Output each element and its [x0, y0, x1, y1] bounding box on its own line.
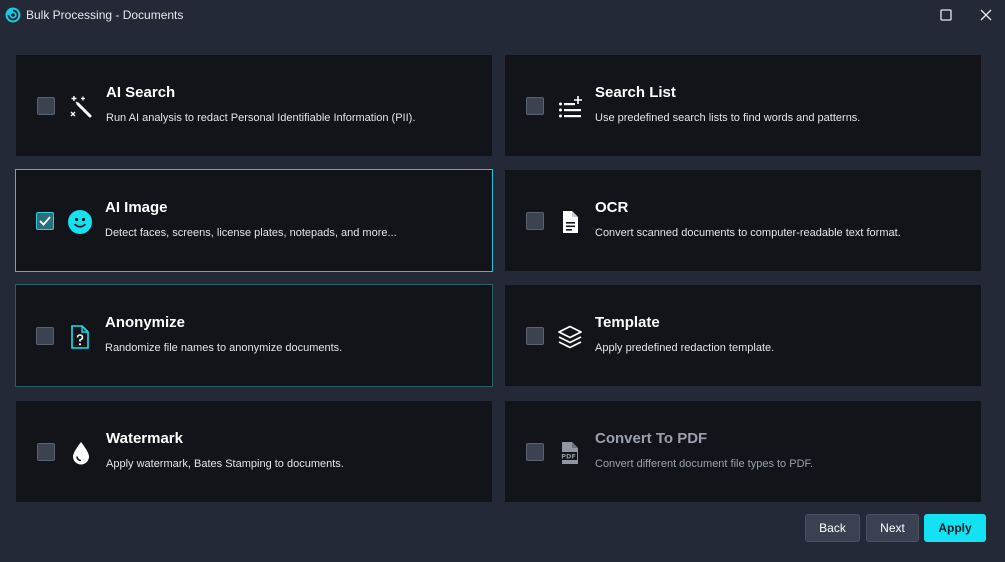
- search-list-title: Search List: [595, 84, 676, 101]
- watermark-description: Apply watermark, Bates Stamping to docum…: [106, 458, 344, 470]
- apply-button[interactable]: Apply: [924, 514, 986, 542]
- option-card-convert-to-pdf: PDF Convert To PDF Convert different doc…: [505, 401, 981, 502]
- anonymize-title: Anonymize: [105, 314, 186, 331]
- ai-search-title: AI Search: [106, 84, 176, 101]
- ocr-description: Convert scanned documents to computer-re…: [595, 227, 901, 239]
- ai-search-checkbox[interactable]: [37, 97, 55, 115]
- list-sparkle-icon: [558, 95, 582, 119]
- option-card-search-list[interactable]: Search List Use predefined search lists …: [505, 55, 981, 156]
- anonymize-checkbox[interactable]: [36, 327, 54, 345]
- checkmark-icon: [39, 216, 51, 226]
- option-card-ai-search[interactable]: AI Search Run AI analysis to redact Pers…: [16, 55, 492, 156]
- app-logo-icon: [5, 7, 21, 23]
- convert-to-pdf-description: Convert different document file types to…: [595, 458, 814, 470]
- back-button[interactable]: Back: [805, 514, 860, 542]
- search-list-description: Use predefined search lists to find word…: [595, 112, 861, 124]
- watermark-checkbox[interactable]: [37, 443, 55, 461]
- next-button[interactable]: Next: [866, 514, 919, 542]
- pdf-file-icon: PDF: [558, 441, 582, 465]
- file-question-icon: [68, 325, 92, 349]
- ai-search-description: Run AI analysis to redact Personal Ident…: [106, 112, 416, 124]
- window-title: Bulk Processing - Documents: [26, 8, 184, 22]
- option-card-template[interactable]: Template Apply predefined redaction temp…: [505, 285, 981, 386]
- smiley-face-icon: [68, 210, 92, 234]
- search-list-checkbox[interactable]: [526, 97, 544, 115]
- option-card-ocr[interactable]: OCR Convert scanned documents to compute…: [505, 170, 981, 271]
- magic-wand-icon: [69, 95, 93, 119]
- close-button[interactable]: [974, 5, 998, 25]
- maximize-button[interactable]: [934, 5, 958, 25]
- convert-to-pdf-checkbox: [526, 443, 544, 461]
- option-card-watermark[interactable]: Watermark Apply watermark, Bates Stampin…: [16, 401, 492, 502]
- water-drop-icon: [69, 441, 93, 465]
- ocr-checkbox[interactable]: [526, 212, 544, 230]
- option-card-ai-image[interactable]: AI Image Detect faces, screens, license …: [15, 169, 493, 272]
- maximize-icon: [940, 9, 952, 21]
- svg-text:PDF: PDF: [561, 453, 576, 461]
- ai-image-checkbox[interactable]: [36, 212, 54, 230]
- option-card-anonymize[interactable]: Anonymize Randomize file names to anonym…: [15, 284, 493, 387]
- layers-icon: [558, 325, 582, 349]
- close-icon: [980, 9, 992, 21]
- convert-to-pdf-title: Convert To PDF: [595, 430, 708, 447]
- title-bar: Bulk Processing - Documents: [0, 0, 1005, 30]
- anonymize-description: Randomize file names to anonymize docume…: [105, 342, 343, 354]
- document-icon: [558, 210, 582, 234]
- template-description: Apply predefined redaction template.: [595, 342, 775, 354]
- template-title: Template: [595, 314, 660, 331]
- template-checkbox[interactable]: [526, 327, 544, 345]
- watermark-title: Watermark: [106, 430, 183, 447]
- ai-image-title: AI Image: [105, 199, 168, 216]
- ocr-title: OCR: [595, 199, 629, 216]
- ai-image-description: Detect faces, screens, license plates, n…: [105, 227, 397, 239]
